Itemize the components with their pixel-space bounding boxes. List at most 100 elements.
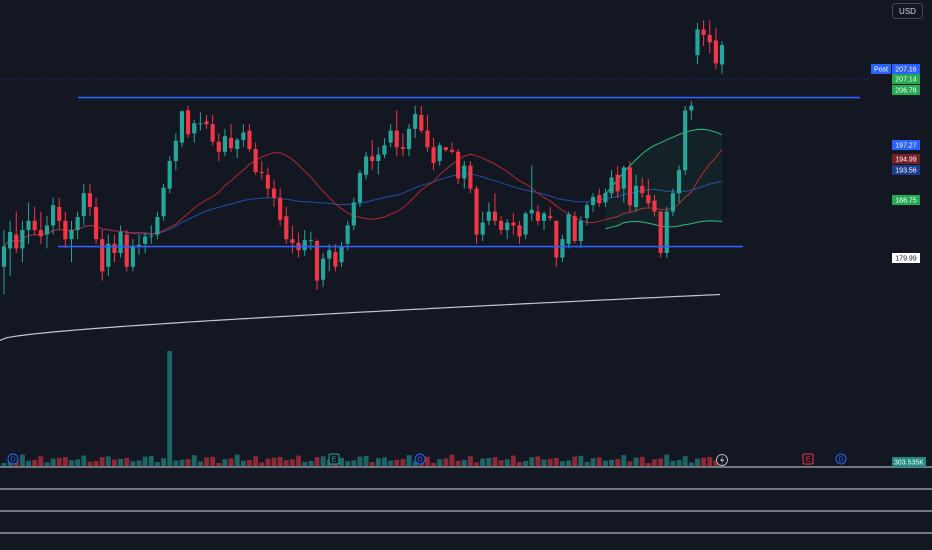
volume-bar bbox=[265, 458, 271, 466]
volume-bar bbox=[369, 462, 375, 466]
volume-bar bbox=[283, 460, 289, 466]
volume-bar bbox=[480, 458, 486, 466]
volume-bar bbox=[443, 458, 449, 466]
volume-bar bbox=[455, 460, 461, 466]
candle-body bbox=[597, 195, 602, 204]
event-marker[interactable]: D bbox=[7, 453, 19, 465]
volume-bar bbox=[406, 455, 412, 466]
volume-bar bbox=[75, 459, 81, 466]
candle-body bbox=[615, 174, 620, 192]
candle-body bbox=[87, 193, 93, 207]
candle-body bbox=[63, 220, 68, 240]
lightning-marker[interactable] bbox=[716, 454, 728, 466]
candle-body bbox=[75, 217, 80, 230]
event-marker[interactable]: E bbox=[328, 453, 340, 465]
volume-bar bbox=[179, 459, 185, 466]
candle-body bbox=[548, 216, 553, 219]
candle-body bbox=[271, 188, 277, 198]
candle-body bbox=[363, 156, 369, 175]
volume-bar bbox=[62, 457, 68, 466]
candle-body bbox=[419, 115, 424, 131]
volume-bar bbox=[247, 460, 252, 466]
volume-bar bbox=[56, 457, 62, 466]
candle-body bbox=[143, 236, 148, 244]
price-label-text: 188.75 bbox=[895, 198, 917, 205]
candle-body bbox=[578, 220, 583, 242]
volume-bar bbox=[523, 461, 529, 466]
price-label-text: 193.56 bbox=[895, 168, 917, 175]
candle-body bbox=[204, 121, 209, 125]
event-marker[interactable]: D bbox=[414, 453, 426, 465]
event-marker[interactable]: E bbox=[802, 453, 814, 465]
candle-body bbox=[321, 258, 326, 280]
volume-bar bbox=[167, 351, 173, 466]
volume-bar bbox=[154, 462, 160, 466]
candle-body bbox=[676, 170, 682, 194]
volume-bar bbox=[670, 460, 676, 466]
candle-body bbox=[535, 211, 540, 221]
volume-bar bbox=[271, 457, 277, 466]
volume-bar bbox=[688, 462, 694, 466]
volume-bar bbox=[701, 457, 707, 466]
volume-bar bbox=[615, 459, 621, 466]
candle-body bbox=[474, 188, 479, 235]
candle-body bbox=[511, 222, 516, 226]
candle-body bbox=[707, 34, 712, 43]
volume-bar bbox=[32, 460, 38, 466]
candle-body bbox=[308, 240, 313, 242]
volume-bar bbox=[320, 456, 326, 466]
price-label-text: 206.78 bbox=[895, 88, 917, 95]
candle-body bbox=[505, 222, 510, 230]
candle-body bbox=[652, 200, 657, 212]
candle-body bbox=[351, 202, 356, 226]
volume-bar bbox=[308, 461, 314, 466]
volume-bar bbox=[578, 455, 584, 466]
volume-bar bbox=[400, 459, 406, 466]
price-label-text: 207.16 bbox=[895, 67, 917, 74]
volume-bar bbox=[314, 457, 320, 466]
chart-canvas[interactable]: D E D E D Post 207.16 207.14 206.78 197.27 194.99… bbox=[0, 0, 932, 550]
event-marker-label: D bbox=[417, 457, 422, 464]
volume-bar bbox=[228, 458, 234, 466]
volume-bar bbox=[289, 459, 295, 466]
event-marker-label: E bbox=[332, 457, 337, 464]
volume-bar bbox=[498, 460, 504, 466]
candle-body bbox=[689, 105, 694, 111]
candle-body bbox=[8, 231, 13, 249]
candle-body bbox=[400, 147, 405, 150]
candle-body bbox=[554, 220, 559, 258]
volume-bar bbox=[382, 457, 387, 466]
event-marker[interactable]: D bbox=[835, 453, 847, 465]
candle-body bbox=[278, 197, 283, 220]
volume-bar bbox=[609, 459, 614, 466]
candle-body bbox=[57, 207, 62, 221]
event-marker-label: D bbox=[10, 457, 15, 464]
candle-body bbox=[100, 239, 105, 272]
volume-bar bbox=[517, 461, 522, 466]
candle-body bbox=[492, 211, 498, 221]
volume-bar bbox=[510, 455, 516, 466]
candle-body bbox=[413, 114, 418, 129]
candle-body bbox=[701, 29, 706, 35]
candle-body bbox=[443, 147, 448, 150]
candle-body bbox=[124, 234, 129, 267]
candle-body bbox=[1, 246, 7, 267]
currency-button[interactable]: USD bbox=[892, 3, 923, 19]
candle-body bbox=[167, 161, 172, 189]
candle-body bbox=[498, 220, 504, 230]
candle-body bbox=[468, 165, 473, 189]
candle-body bbox=[93, 207, 99, 240]
candle-body bbox=[406, 128, 412, 150]
candle-body bbox=[44, 225, 50, 235]
price-label-text: 207.14 bbox=[895, 77, 917, 84]
volume-bar bbox=[191, 455, 197, 466]
volume-bar bbox=[596, 457, 602, 466]
volume-bar bbox=[504, 459, 510, 466]
volume-bar bbox=[253, 456, 259, 466]
volume-bar bbox=[553, 458, 559, 466]
volume-bar bbox=[351, 460, 357, 466]
candle-body bbox=[186, 110, 191, 135]
candle-body bbox=[486, 211, 491, 221]
volume-bar bbox=[185, 459, 191, 466]
volume-bar bbox=[474, 462, 479, 466]
